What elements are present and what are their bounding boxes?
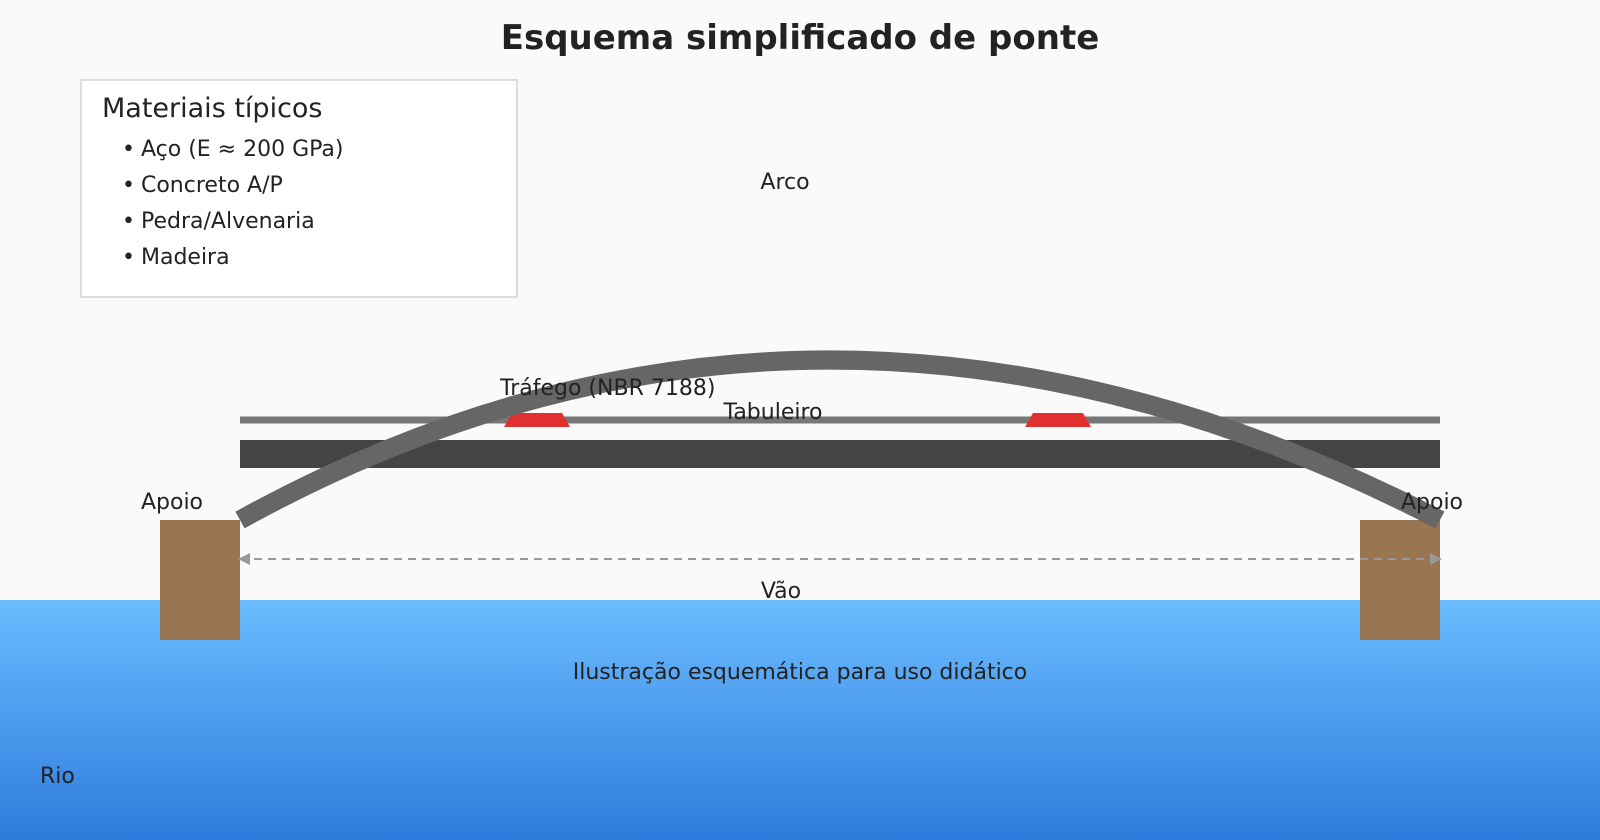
bullet-icon: • xyxy=(122,173,135,198)
bridge-diagram-page: Arco Tráfego (NBR 7188) Tabuleiro Apoio … xyxy=(0,0,1600,840)
river-label: Rio xyxy=(40,764,75,789)
materials-list: • Aço (E ≈ 200 GPa) • Concreto A/P • Pedra/… xyxy=(102,132,496,276)
caption: Ilustração esquemática para uso didático xyxy=(573,660,1028,685)
materials-legend: Materiais típicos • Aço (E ≈ 200 GPa) • Co… xyxy=(80,79,518,298)
materials-list-item: • Concreto A/P xyxy=(122,168,496,204)
left-support xyxy=(160,520,240,640)
bullet-icon: • xyxy=(122,245,135,270)
material-name: Aço (E ≈ 200 GPa) xyxy=(140,137,344,162)
left-support-label: Apoio xyxy=(141,490,203,515)
arch-label: Arco xyxy=(760,170,809,195)
materials-legend-title: Materiais típicos xyxy=(102,93,323,124)
bullet-icon: • xyxy=(122,137,135,162)
deck-label: Tabuleiro xyxy=(723,400,823,425)
material-name: Concreto A/P xyxy=(140,173,283,198)
page-title: Esquema simplificado de ponte xyxy=(500,18,1100,58)
right-support-label: Apoio xyxy=(1401,490,1463,515)
right-support xyxy=(1360,520,1440,640)
materials-list-item: • Aço (E ≈ 200 GPa) xyxy=(122,132,496,168)
materials-list-item: • Madeira xyxy=(122,240,496,276)
materials-list-item: • Pedra/Alvenaria xyxy=(122,204,496,240)
vehicle-2 xyxy=(1025,413,1091,427)
material-name: Pedra/Alvenaria xyxy=(140,209,315,234)
span-label: Vão xyxy=(761,579,801,604)
bullet-icon: • xyxy=(122,209,135,234)
traffic-label: Tráfego (NBR 7188) xyxy=(499,376,715,401)
material-name: Madeira xyxy=(140,245,230,270)
